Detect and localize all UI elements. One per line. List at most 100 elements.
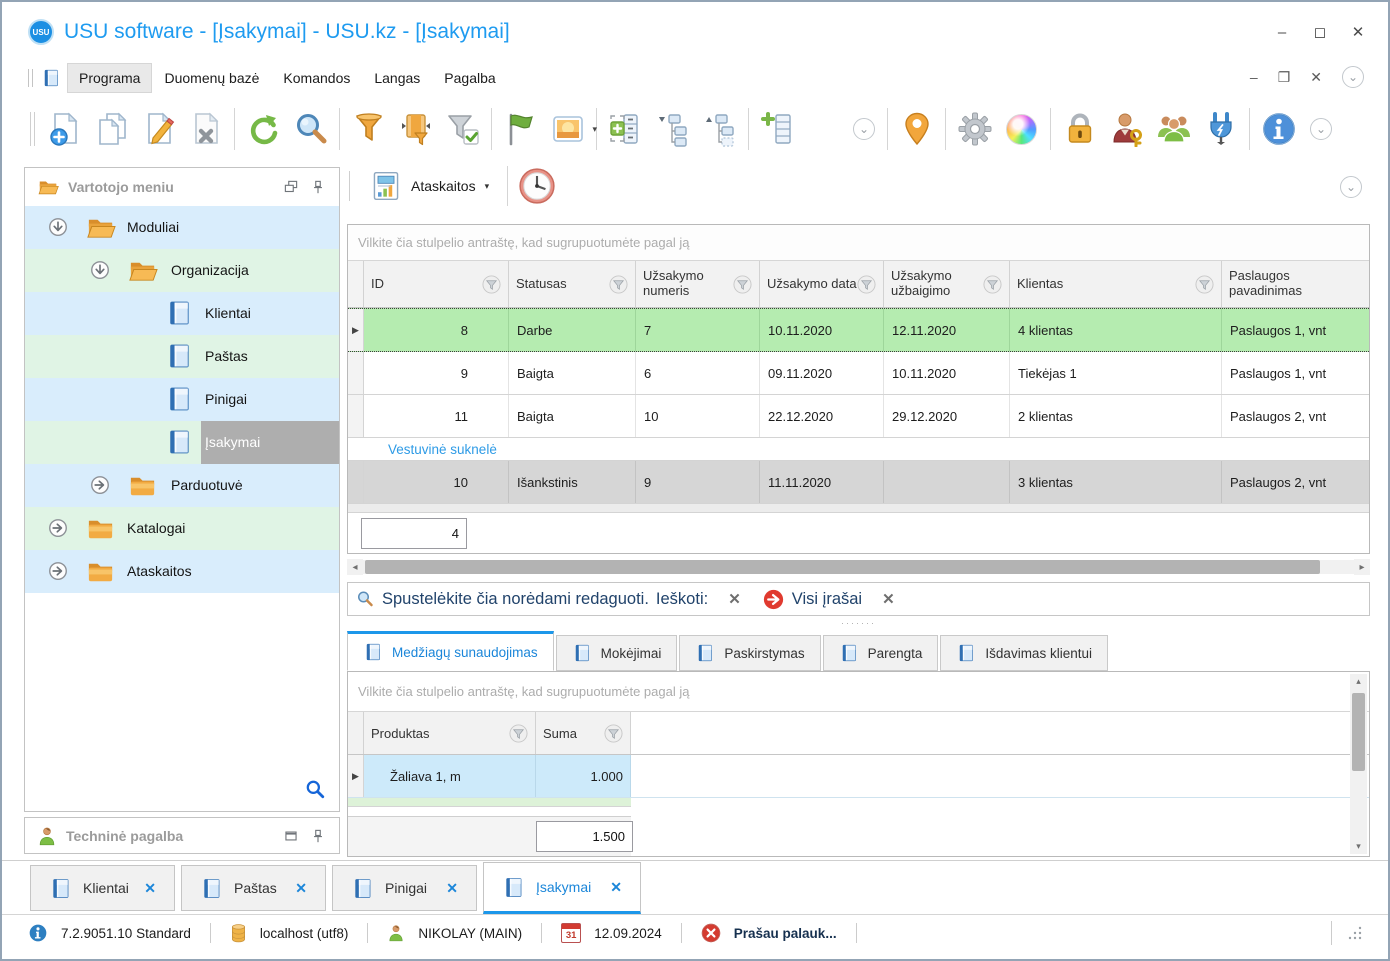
- users-button[interactable]: [1150, 104, 1197, 154]
- window-tab-pinigai[interactable]: Pinigai ✕: [332, 865, 477, 911]
- scrollbar-thumb[interactable]: [1352, 693, 1365, 771]
- float-panel-icon[interactable]: [282, 178, 300, 196]
- flag-button[interactable]: [497, 104, 544, 154]
- column-filter-icon[interactable]: [609, 274, 628, 294]
- edit-record-button[interactable]: [135, 104, 182, 154]
- column-filter-icon[interactable]: [1195, 274, 1214, 294]
- tab-medziagu-sunaudojimas[interactable]: Medžiagų sunaudojimas: [347, 631, 554, 671]
- column-header-klientas[interactable]: Klientas: [1010, 261, 1222, 307]
- tree-item-pinigai[interactable]: Pinigai: [25, 378, 339, 421]
- image-button[interactable]: ▾: [544, 104, 597, 154]
- report-toolbar-overflow-icon[interactable]: ⌄: [1340, 176, 1362, 198]
- splitter-handle[interactable]: ·······: [347, 619, 1370, 628]
- add-column-button[interactable]: [754, 104, 801, 154]
- close-tab-icon[interactable]: ✕: [610, 879, 622, 896]
- copy-record-button[interactable]: [88, 104, 135, 154]
- column-header-statusas[interactable]: Statusas: [509, 261, 636, 307]
- vertical-scrollbar[interactable]: ▴ ▾: [1350, 674, 1367, 854]
- map-pin-button[interactable]: [893, 104, 940, 154]
- tree-item-ataskaitos[interactable]: Ataskaitos: [25, 550, 339, 593]
- refresh-button[interactable]: [240, 104, 287, 154]
- settings-button[interactable]: [951, 104, 998, 154]
- collapse-tree-button[interactable]: [696, 104, 743, 154]
- window-tab-klientai[interactable]: Klientai ✕: [30, 865, 175, 911]
- scroll-up-icon[interactable]: ▴: [1356, 674, 1361, 689]
- maximize-icon[interactable]: ◻: [1312, 24, 1328, 41]
- new-record-button[interactable]: [41, 104, 88, 154]
- reports-dropdown-button[interactable]: Ataskaitos ▾: [362, 166, 497, 206]
- apply-filter-button[interactable]: [439, 104, 486, 154]
- menu-komandos[interactable]: Komandos: [271, 63, 362, 93]
- restore-panel-icon[interactable]: [282, 827, 300, 845]
- tree-item-katalogai[interactable]: Katalogai: [25, 507, 339, 550]
- window-tab-isakymai[interactable]: Įsakymai ✕: [483, 862, 641, 914]
- column-header-uzbaigimo[interactable]: Užsakymo užbaigimo: [884, 261, 1010, 307]
- search-button[interactable]: [287, 104, 334, 154]
- menu-duomenu-baze[interactable]: Duomenų bazė: [152, 63, 271, 93]
- tree-item-klientai[interactable]: Klientai: [25, 292, 339, 335]
- grid-row-inactive[interactable]: 10 Išankstinis 9 11.11.2020 3 klientas P…: [348, 461, 1369, 504]
- column-filter-icon[interactable]: [509, 723, 528, 743]
- tree-item-organizacija[interactable]: Organizacija: [25, 249, 339, 292]
- scrollbar-thumb[interactable]: [365, 560, 1320, 574]
- collapse-node-icon[interactable]: [47, 216, 69, 238]
- column-header-data[interactable]: Užsakymo data: [760, 261, 884, 307]
- scroll-down-icon[interactable]: ▾: [1356, 839, 1361, 854]
- tree-item-isakymai-selected[interactable]: Įsakymai: [25, 421, 339, 464]
- expand-node-icon[interactable]: [89, 474, 111, 496]
- close-icon[interactable]: ✕: [1350, 24, 1366, 41]
- menubar-overflow-icon[interactable]: ⌄: [1342, 66, 1364, 88]
- clear-search-icon[interactable]: ✕: [728, 590, 741, 608]
- close-tab-icon[interactable]: ✕: [295, 880, 307, 897]
- detail-row-selected[interactable]: ▶ Žaliava 1, m 1.000: [348, 755, 1369, 798]
- toolbar2-overflow-icon[interactable]: ⌄: [1310, 118, 1332, 140]
- column-header-numeris[interactable]: Užsakymo numeris: [636, 261, 760, 307]
- tab-mokejimai[interactable]: Mokėjimai: [555, 635, 678, 671]
- grid-row[interactable]: 9 Baigta 6 09.11.2020 10.11.2020 Tiekėja…: [348, 352, 1369, 395]
- support-panel[interactable]: Techninė pagalba: [24, 817, 340, 854]
- tree-item-moduliai[interactable]: Moduliai: [25, 206, 339, 249]
- tab-isdavimas-klientui[interactable]: Išdavimas klientui: [940, 635, 1108, 671]
- tree-item-pastas[interactable]: Paštas: [25, 335, 339, 378]
- colors-button[interactable]: [998, 104, 1045, 154]
- menubar-grip[interactable]: [28, 69, 33, 87]
- column-filter-icon[interactable]: [983, 274, 1002, 294]
- menu-pagalba[interactable]: Pagalba: [432, 63, 507, 93]
- grid-row[interactable]: 11 Baigta 10 22.12.2020 29.12.2020 2 kli…: [348, 395, 1369, 438]
- close-tab-icon[interactable]: ✕: [144, 880, 156, 897]
- column-header-suma[interactable]: Suma: [536, 712, 631, 754]
- expand-node-icon[interactable]: [47, 517, 69, 539]
- column-filter-icon[interactable]: [733, 274, 752, 294]
- filter-editor-button[interactable]: [392, 104, 439, 154]
- tree-search-icon[interactable]: [305, 779, 325, 799]
- minimize-icon[interactable]: –: [1274, 24, 1290, 41]
- filter-edit-hint[interactable]: Spustelėkite čia norėdami redaguoti.: [382, 590, 649, 609]
- tab-parengta[interactable]: Parengta: [822, 635, 939, 671]
- mdi-restore-icon[interactable]: ❐: [1278, 69, 1291, 86]
- toolbar-grip[interactable]: [30, 112, 35, 146]
- apply-scope-icon[interactable]: [763, 589, 784, 610]
- scheduler-button[interactable]: [518, 167, 556, 205]
- scroll-right-icon[interactable]: ▸: [1354, 559, 1370, 575]
- window-tab-pastas[interactable]: Paštas ✕: [181, 865, 326, 911]
- toolbar-overflow-icon[interactable]: ⌄: [853, 118, 875, 140]
- column-filter-icon[interactable]: [857, 274, 876, 294]
- column-header-paslaugos[interactable]: Paslaugos pavadinimas: [1222, 261, 1369, 307]
- expand-all-button[interactable]: [602, 104, 649, 154]
- report-toolbar-grip[interactable]: [349, 171, 352, 201]
- clear-scope-icon[interactable]: ✕: [882, 590, 895, 608]
- filter-button[interactable]: [345, 104, 392, 154]
- pin-panel-icon[interactable]: [309, 178, 327, 196]
- column-header-produktas[interactable]: Produktas: [364, 712, 536, 754]
- collapse-node-icon[interactable]: [89, 259, 111, 281]
- column-filter-icon[interactable]: [604, 723, 623, 743]
- mdi-minimize-icon[interactable]: –: [1250, 69, 1258, 85]
- image-dropdown-icon[interactable]: ▾: [592, 124, 597, 135]
- delete-record-button[interactable]: [182, 104, 229, 154]
- records-scope-label[interactable]: Visi įrašai: [792, 590, 862, 609]
- tree-item-parduotuve[interactable]: Parduotuvė: [25, 464, 339, 507]
- menu-langas[interactable]: Langas: [362, 63, 432, 93]
- tab-paskirstymas[interactable]: Paskirstymas: [679, 635, 821, 671]
- filter-bar[interactable]: Spustelėkite čia norėdami redaguoti. Ieš…: [347, 582, 1370, 616]
- expand-tree-button[interactable]: [649, 104, 696, 154]
